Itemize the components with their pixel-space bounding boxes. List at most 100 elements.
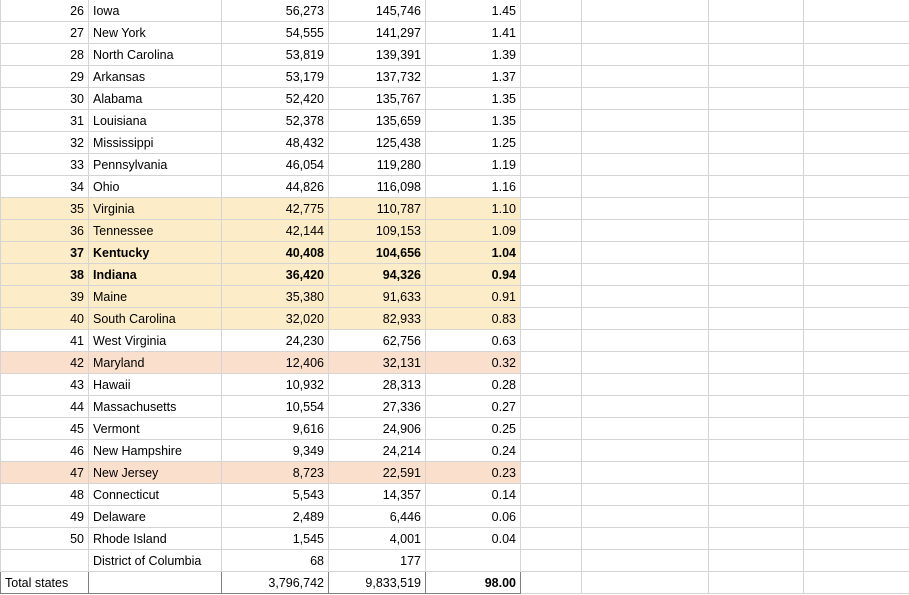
- empty-cell[interactable]: [803, 571, 909, 594]
- empty-cell[interactable]: [708, 307, 804, 330]
- table-row[interactable]: 44 Massachusetts 10,554 27,336 0.27: [0, 395, 909, 418]
- cell-state[interactable]: Maryland: [88, 351, 222, 374]
- empty-cell[interactable]: [581, 43, 709, 66]
- cell-state[interactable]: New Jersey: [88, 461, 222, 484]
- empty-cell[interactable]: [708, 461, 804, 484]
- empty-cell[interactable]: [708, 65, 804, 88]
- cell-value1[interactable]: 52,378: [221, 109, 329, 132]
- table-row[interactable]: 31 Louisiana 52,378 135,659 1.35: [0, 109, 909, 132]
- cell-total-value1[interactable]: 3,796,742: [221, 571, 329, 594]
- empty-cell[interactable]: [581, 87, 709, 110]
- cell-value2[interactable]: 116,098: [328, 175, 426, 198]
- empty-cell[interactable]: [803, 131, 909, 154]
- cell-value2[interactable]: 24,906: [328, 417, 426, 440]
- empty-cell[interactable]: [581, 219, 709, 242]
- empty-cell[interactable]: [520, 153, 582, 176]
- empty-cell[interactable]: [520, 527, 582, 550]
- cell-state[interactable]: Delaware: [88, 505, 222, 528]
- empty-cell[interactable]: [708, 197, 804, 220]
- cell-state[interactable]: Alabama: [88, 87, 222, 110]
- table-row[interactable]: District of Columbia 68 177: [0, 549, 909, 572]
- empty-cell[interactable]: [803, 87, 909, 110]
- cell-percent[interactable]: 1.45: [425, 0, 521, 22]
- empty-cell[interactable]: [520, 175, 582, 198]
- cell-rank[interactable]: [0, 549, 89, 572]
- cell-value1[interactable]: 53,179: [221, 65, 329, 88]
- empty-cell[interactable]: [708, 439, 804, 462]
- empty-cell[interactable]: [581, 571, 709, 594]
- empty-cell[interactable]: [803, 329, 909, 352]
- empty-cell[interactable]: [708, 21, 804, 44]
- cell-rank[interactable]: 43: [0, 373, 89, 396]
- empty-cell[interactable]: [803, 527, 909, 550]
- cell-value1[interactable]: 54,555: [221, 21, 329, 44]
- empty-cell[interactable]: [520, 197, 582, 220]
- cell-percent[interactable]: [425, 549, 521, 572]
- cell-percent[interactable]: 0.32: [425, 351, 521, 374]
- cell-value1[interactable]: 68: [221, 549, 329, 572]
- cell-value1[interactable]: 1,545: [221, 527, 329, 550]
- data-table[interactable]: 26 Iowa 56,273 145,746 1.45 27 New York 54,555 1…: [0, 0, 909, 594]
- empty-cell[interactable]: [708, 351, 804, 374]
- empty-cell[interactable]: [803, 153, 909, 176]
- cell-value2[interactable]: 14,357: [328, 483, 426, 506]
- empty-cell[interactable]: [581, 461, 709, 484]
- table-row[interactable]: 26 Iowa 56,273 145,746 1.45: [0, 0, 909, 22]
- cell-rank[interactable]: 39: [0, 285, 89, 308]
- cell-value2[interactable]: 110,787: [328, 197, 426, 220]
- cell-rank[interactable]: 37: [0, 241, 89, 264]
- cell-percent[interactable]: 0.94: [425, 263, 521, 286]
- empty-cell[interactable]: [708, 527, 804, 550]
- empty-cell[interactable]: [581, 65, 709, 88]
- table-row[interactable]: 33 Pennsylvania 46,054 119,280 1.19: [0, 153, 909, 176]
- empty-cell[interactable]: [520, 263, 582, 286]
- cell-value2[interactable]: 141,297: [328, 21, 426, 44]
- cell-state[interactable]: District of Columbia: [88, 549, 222, 572]
- cell-value2[interactable]: 104,656: [328, 241, 426, 264]
- cell-percent[interactable]: 1.35: [425, 87, 521, 110]
- cell-value1[interactable]: 5,543: [221, 483, 329, 506]
- cell-value1[interactable]: 10,554: [221, 395, 329, 418]
- cell-rank[interactable]: 32: [0, 131, 89, 154]
- empty-cell[interactable]: [520, 351, 582, 374]
- cell-state[interactable]: Louisiana: [88, 109, 222, 132]
- empty-cell[interactable]: [708, 285, 804, 308]
- empty-cell[interactable]: [520, 285, 582, 308]
- empty-cell[interactable]: [581, 263, 709, 286]
- empty-cell[interactable]: [581, 153, 709, 176]
- cell-state[interactable]: New York: [88, 21, 222, 44]
- cell-value1[interactable]: 52,420: [221, 87, 329, 110]
- empty-cell[interactable]: [803, 395, 909, 418]
- cell-state[interactable]: Indiana: [88, 263, 222, 286]
- cell-percent[interactable]: 0.83: [425, 307, 521, 330]
- table-row[interactable]: 36 Tennessee 42,144 109,153 1.09: [0, 219, 909, 242]
- empty-cell[interactable]: [803, 461, 909, 484]
- empty-cell[interactable]: [520, 21, 582, 44]
- total-row[interactable]: Total states 3,796,742 9,833,519 98.00: [0, 571, 909, 594]
- cell-value1[interactable]: 53,819: [221, 43, 329, 66]
- cell-state[interactable]: Tennessee: [88, 219, 222, 242]
- cell-value1[interactable]: 12,406: [221, 351, 329, 374]
- table-row[interactable]: 34 Ohio 44,826 116,098 1.16: [0, 175, 909, 198]
- empty-cell[interactable]: [520, 417, 582, 440]
- cell-rank[interactable]: 26: [0, 0, 89, 22]
- empty-cell[interactable]: [520, 439, 582, 462]
- table-row[interactable]: 32 Mississippi 48,432 125,438 1.25: [0, 131, 909, 154]
- empty-cell[interactable]: [520, 65, 582, 88]
- empty-cell[interactable]: [708, 175, 804, 198]
- cell-value2[interactable]: 139,391: [328, 43, 426, 66]
- table-row[interactable]: 37 Kentucky 40,408 104,656 1.04: [0, 241, 909, 264]
- empty-cell[interactable]: [581, 527, 709, 550]
- cell-state[interactable]: Mississippi: [88, 131, 222, 154]
- cell-rank[interactable]: 44: [0, 395, 89, 418]
- cell-state[interactable]: Hawaii: [88, 373, 222, 396]
- cell-percent[interactable]: 1.04: [425, 241, 521, 264]
- empty-cell[interactable]: [520, 373, 582, 396]
- cell-rank[interactable]: 40: [0, 307, 89, 330]
- cell-percent[interactable]: 0.28: [425, 373, 521, 396]
- cell-state[interactable]: Iowa: [88, 0, 222, 22]
- empty-cell[interactable]: [708, 241, 804, 264]
- empty-cell[interactable]: [520, 219, 582, 242]
- cell-value1[interactable]: 2,489: [221, 505, 329, 528]
- cell-value2[interactable]: 22,591: [328, 461, 426, 484]
